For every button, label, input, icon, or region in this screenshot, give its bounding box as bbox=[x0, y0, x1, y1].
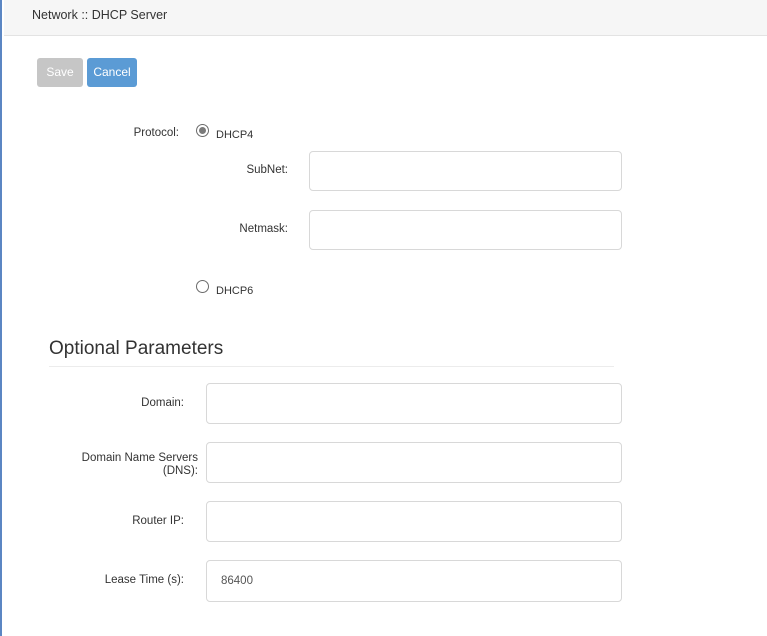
protocol-label: Protocol: bbox=[133, 127, 179, 139]
dns-label-line2: (DNS): bbox=[162, 465, 198, 477]
section-divider bbox=[49, 366, 614, 367]
domain-input[interactable] bbox=[206, 383, 622, 424]
radio-dhcp4-label: DHCP4 bbox=[216, 129, 254, 141]
radio-dhcp4[interactable] bbox=[196, 124, 209, 137]
lease-time-input[interactable] bbox=[206, 560, 622, 602]
page-title: Network :: DHCP Server bbox=[32, 8, 168, 22]
dns-label-line1: Domain Name Servers bbox=[81, 452, 198, 464]
cancel-button[interactable]: Cancel bbox=[87, 58, 137, 87]
title-bar: Network :: DHCP Server bbox=[4, 0, 767, 36]
netmask-label: Netmask: bbox=[239, 223, 288, 235]
subnet-input[interactable] bbox=[309, 151, 622, 191]
save-button[interactable]: Save bbox=[37, 58, 83, 87]
subnet-label: SubNet: bbox=[246, 164, 288, 176]
dns-input[interactable] bbox=[206, 442, 622, 483]
optional-parameters-heading: Optional Parameters bbox=[49, 338, 224, 359]
router-ip-label: Router IP: bbox=[132, 515, 184, 527]
domain-label: Domain: bbox=[141, 397, 184, 409]
radio-dhcp6-label: DHCP6 bbox=[216, 285, 254, 297]
router-ip-input[interactable] bbox=[206, 501, 622, 542]
dhcp-server-page: Network :: DHCP Server Save Cancel Proto… bbox=[0, 0, 767, 636]
dns-label: Domain Name Servers (DNS): bbox=[32, 452, 198, 478]
radio-dhcp6[interactable] bbox=[196, 280, 209, 293]
netmask-input[interactable] bbox=[309, 210, 622, 250]
lease-time-label: Lease Time (s): bbox=[104, 574, 184, 586]
